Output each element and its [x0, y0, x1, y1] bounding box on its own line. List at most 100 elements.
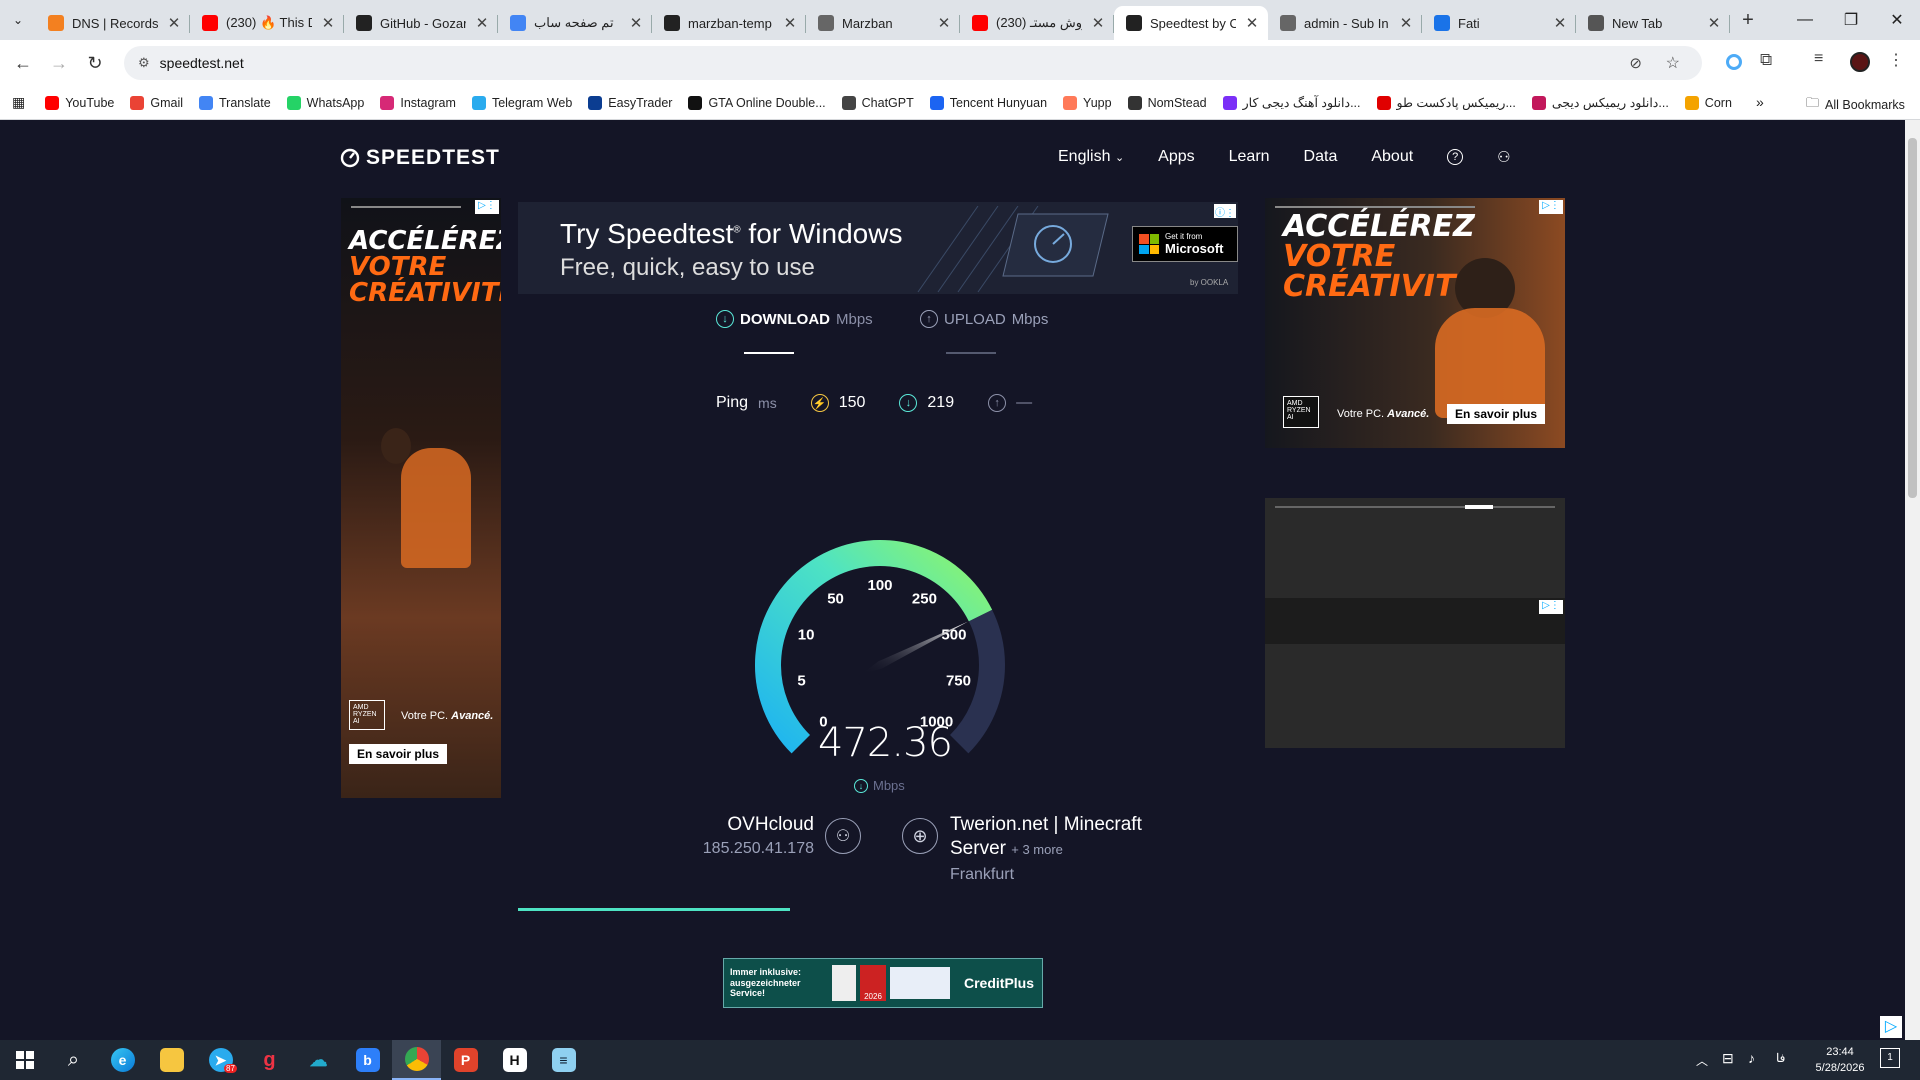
app-11[interactable]: H — [490, 1040, 539, 1080]
extension-circle-icon[interactable] — [1726, 54, 1742, 70]
ad-play-icon[interactable]: ▷ — [1880, 1016, 1902, 1038]
forward-icon[interactable]: → — [41, 45, 77, 81]
help-icon[interactable]: ? — [1447, 149, 1464, 165]
site-info-icon[interactable]: ⚙ — [138, 55, 150, 71]
tab-2[interactable]: GitHub - Gozar ✕ — [344, 6, 498, 40]
avatar[interactable] — [1850, 52, 1870, 72]
nav-apps[interactable]: Apps — [1158, 148, 1194, 166]
bookmark-item[interactable]: Translate — [191, 95, 279, 110]
tab-close-icon[interactable]: ✕ — [1398, 14, 1414, 32]
tab-7[interactable]: Speedtest by O ✕ — [1114, 6, 1268, 40]
ad-choices-icon[interactable]: ▷⋮ — [1539, 200, 1563, 214]
notification-center-icon[interactable]: 1 — [1880, 1048, 1900, 1068]
bookmark-item[interactable]: دانلود آهنگ دیجی کار... — [1215, 95, 1369, 110]
clock[interactable]: 23:44 5/28/2026 — [1810, 1044, 1870, 1076]
tab-close-icon[interactable]: ✕ — [628, 14, 644, 32]
volume-icon[interactable]: ♪ — [1748, 1050, 1755, 1066]
nav-about[interactable]: About — [1371, 148, 1413, 166]
tab-close-icon[interactable]: ✕ — [1706, 14, 1722, 32]
network-icon[interactable]: ⊟ — [1722, 1050, 1734, 1067]
bookmark-item[interactable]: Yupp — [1055, 95, 1120, 110]
server-info[interactable]: Twerion.net | Minecraft Server + 3 more … — [950, 814, 1142, 884]
bookmark-item[interactable]: NomStead — [1120, 95, 1215, 110]
explorer-app[interactable] — [147, 1040, 196, 1080]
new-tab-button[interactable]: + — [1730, 0, 1766, 40]
chrome-app[interactable] — [392, 1040, 441, 1080]
user-icon[interactable]: ⚇ — [1497, 148, 1510, 166]
ad-choices-icon[interactable]: ▷⋮ — [475, 200, 499, 214]
scrollbar-thumb[interactable] — [1908, 138, 1917, 498]
right-ad[interactable]: ▷⋮ ACCÉLÉREZ VOTRE CRÉATIVITÉ AMD RYZEN … — [1265, 198, 1565, 448]
bookmark-item[interactable]: دانلود ریمیکس دیجی... — [1524, 95, 1677, 110]
tab-close-icon[interactable]: ✕ — [1090, 14, 1106, 32]
bookmark-star-icon[interactable]: ☆ — [1666, 53, 1680, 73]
tab-close-icon[interactable]: ✕ — [320, 14, 336, 32]
bookmark-item[interactable]: ریمیکس پادکست طو... — [1369, 95, 1524, 110]
bookmark-item[interactable]: ChatGPT — [834, 95, 922, 110]
search-button[interactable]: ⌕ — [49, 1040, 98, 1080]
telegram-app[interactable]: ➤ 87 — [196, 1040, 245, 1080]
bookmark-item[interactable]: WhatsApp — [279, 95, 373, 110]
extensions-icon[interactable]: ⧉ — [1760, 50, 1772, 70]
bookmark-item[interactable]: Corn — [1677, 95, 1740, 110]
page-scrollbar[interactable] — [1905, 120, 1920, 1040]
minimize-icon[interactable]: — — [1782, 0, 1828, 40]
start-button[interactable] — [0, 1040, 49, 1080]
tab-6[interactable]: (230) روش مستـ ✕ — [960, 6, 1114, 40]
tab-close-icon[interactable]: ✕ — [1244, 14, 1260, 32]
tab-3[interactable]: تم صفحه ساب ✕ — [498, 6, 652, 40]
all-bookmarks-button[interactable]: 🗀 All Bookmarks — [1798, 94, 1913, 116]
nav-learn[interactable]: Learn — [1229, 148, 1270, 166]
tray-chevron-icon[interactable]: ︿ — [1696, 1052, 1708, 1069]
tab-10[interactable]: New Tab ✕ — [1576, 6, 1730, 40]
tab-search-icon[interactable]: ⌄ — [0, 0, 36, 40]
tab-close-icon[interactable]: ✕ — [474, 14, 490, 32]
ad-choices-icon[interactable]: ⓘ⋮ — [1214, 204, 1236, 219]
bookmark-item[interactable]: GTA Online Double... — [680, 95, 833, 110]
tab-8[interactable]: admin - Sub In ✕ — [1268, 6, 1422, 40]
bookmark-item[interactable]: Telegram Web — [464, 95, 580, 110]
tab-close-icon[interactable]: ✕ — [936, 14, 952, 32]
app-7[interactable]: ☁ — [294, 1040, 343, 1080]
media-icon[interactable]: ≡ — [1814, 50, 1823, 68]
windows-app-banner[interactable]: Try Speedtest® for Windows Free, quick, … — [518, 202, 1238, 294]
app-6[interactable]: ɡ — [245, 1040, 294, 1080]
ad-cta-button[interactable]: En savoir plus — [1447, 404, 1546, 424]
bookmark-item[interactable]: Tencent Hunyuan — [922, 95, 1055, 110]
app-12[interactable]: ≡ — [539, 1040, 588, 1080]
tab-5[interactable]: Marzban ✕ — [806, 6, 960, 40]
bottom-ad[interactable]: Immer inklusive: ausgezeichneter Service… — [723, 958, 1043, 1008]
address-bar[interactable]: ⚙ speedtest.net ⊘ ☆ — [124, 46, 1702, 80]
tab-0[interactable]: DNS | Records ✕ — [36, 6, 190, 40]
server-more-link[interactable]: + 3 more — [1011, 842, 1063, 857]
tab-9[interactable]: Fati ✕ — [1422, 6, 1576, 40]
speedtest-logo[interactable]: SPEEDTEST — [340, 146, 500, 170]
language-indicator[interactable]: فا — [1776, 1051, 1785, 1065]
close-window-icon[interactable]: ✕ — [1874, 0, 1920, 40]
tab-close-icon[interactable]: ✕ — [1552, 14, 1568, 32]
reload-icon[interactable]: ↻ — [77, 45, 113, 81]
bookmark-item[interactable]: Instagram — [372, 95, 464, 110]
right-ad-placeholder[interactable]: ▷⋮ — [1265, 498, 1565, 748]
tab-1[interactable]: (230) 🔥 This D ✕ — [190, 6, 344, 40]
nav-data[interactable]: Data — [1304, 148, 1338, 166]
eye-off-icon[interactable]: ⊘ — [1629, 54, 1642, 72]
apps-grid-icon[interactable]: ▦ — [0, 94, 37, 111]
bookmark-item[interactable]: YouTube — [37, 95, 122, 110]
edge-app[interactable]: e — [98, 1040, 147, 1080]
nav-language[interactable]: English ⌄ — [1058, 148, 1124, 166]
back-icon[interactable]: ← — [5, 45, 41, 81]
bookmark-item[interactable]: EasyTrader — [580, 95, 680, 110]
tab-close-icon[interactable]: ✕ — [782, 14, 798, 32]
app-10[interactable]: P — [441, 1040, 490, 1080]
tab-4[interactable]: marzban-temp ✕ — [652, 6, 806, 40]
microsoft-store-badge[interactable]: Get it from Microsoft — [1132, 226, 1238, 262]
ad-cta-button[interactable]: En savoir plus — [349, 744, 448, 764]
tab-close-icon[interactable]: ✕ — [166, 14, 182, 32]
left-ad[interactable]: ▷⋮ ACCÉLÉREZ VOTRE CRÉATIVITÉ AMD RYZEN … — [341, 198, 501, 798]
more-bookmarks-icon[interactable]: » — [1756, 94, 1764, 110]
ad-choices-icon[interactable]: ▷⋮ — [1539, 600, 1563, 614]
menu-icon[interactable]: ⋮ — [1888, 50, 1904, 70]
app-8[interactable]: b — [343, 1040, 392, 1080]
restore-icon[interactable]: ❐ — [1828, 0, 1874, 40]
